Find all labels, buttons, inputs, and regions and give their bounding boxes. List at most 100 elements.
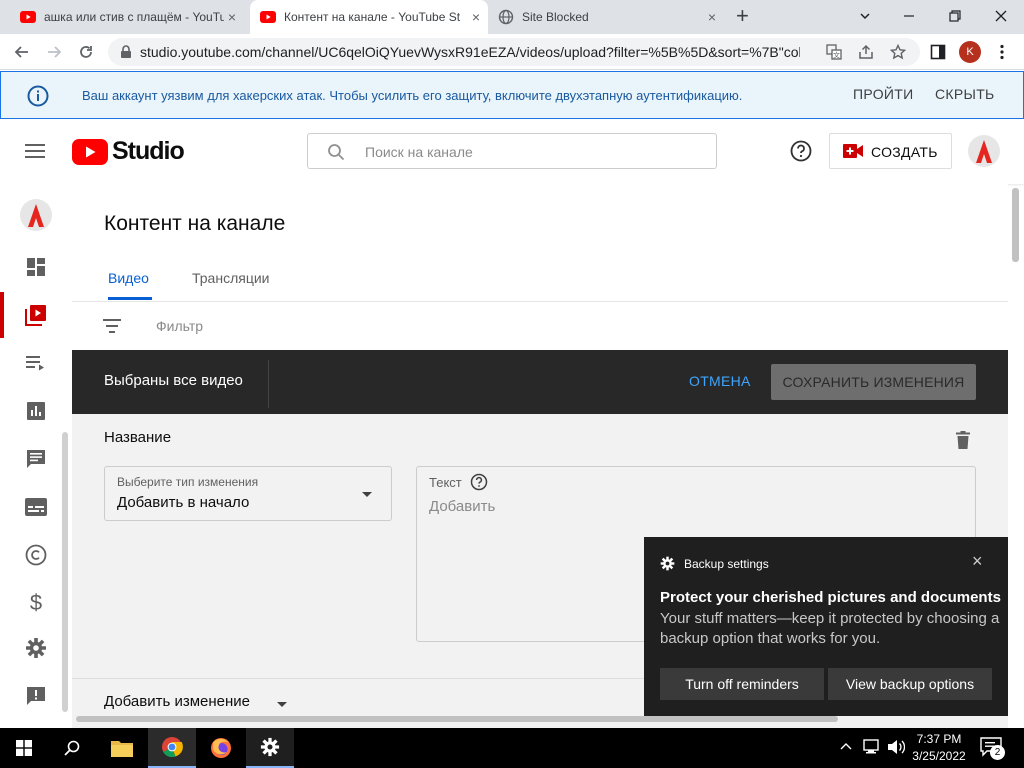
minimize-button[interactable]: [886, 0, 932, 32]
action-center-button[interactable]: 2: [980, 737, 1006, 760]
nav-playlists[interactable]: [24, 351, 48, 375]
dismiss-banner-button[interactable]: СКРЫТЬ: [935, 86, 995, 102]
browser-toolbar: studio.youtube.com/channel/UC6qelOiQYuev…: [0, 34, 1024, 70]
back-button[interactable]: [8, 38, 36, 66]
tab-search-chevron-icon[interactable]: [842, 0, 888, 32]
notification-close-icon[interactable]: ×: [972, 551, 983, 572]
volume-icon[interactable]: [887, 739, 905, 755]
nav-active-indicator: [0, 292, 4, 338]
filter-icon[interactable]: [103, 319, 121, 333]
forward-button[interactable]: [40, 38, 68, 66]
nav-copyright[interactable]: [24, 543, 48, 567]
notification-app-name: Backup settings: [684, 557, 769, 571]
browser-tab-1[interactable]: ашка или стив с плащём - YouTu ×: [12, 0, 244, 34]
arrow-right-icon: [48, 46, 62, 58]
star-icon[interactable]: [890, 44, 906, 60]
dollar-icon: $: [30, 592, 42, 614]
help-icon[interactable]: [790, 140, 812, 162]
change-type-select[interactable]: Выберите тип изменения Добавить в начало: [104, 466, 392, 521]
close-window-button[interactable]: [978, 0, 1024, 32]
help-icon[interactable]: [470, 473, 488, 491]
tab-close-icon[interactable]: ×: [704, 9, 720, 25]
reload-icon: [80, 46, 92, 58]
add-change-button[interactable]: Добавить изменение: [104, 693, 250, 710]
taskbar-search-button[interactable]: [48, 728, 96, 768]
profile-button[interactable]: K: [956, 38, 984, 66]
trash-icon[interactable]: [956, 431, 970, 449]
page-vertical-scrollbar[interactable]: [1012, 188, 1019, 262]
clock-time[interactable]: 7:37 PM: [912, 732, 966, 746]
subtitles-icon: [25, 498, 47, 516]
windows-taskbar: 7:37 PM 3/25/2022 2: [0, 728, 1024, 768]
translate-icon[interactable]: 文: [826, 44, 842, 60]
firefox-taskbar-button[interactable]: [197, 728, 245, 768]
horizontal-scrollbar[interactable]: [76, 716, 838, 722]
tab-divider: [72, 301, 1008, 302]
chrome-taskbar-button[interactable]: [148, 728, 196, 768]
browser-menu-button[interactable]: [988, 38, 1016, 66]
tab-close-icon[interactable]: ×: [468, 9, 484, 25]
youtube-favicon-icon: [20, 11, 36, 23]
tab-videos[interactable]: Видео: [108, 270, 149, 286]
hamburger-menu-icon[interactable]: [25, 144, 45, 158]
browser-tab-strip: ашка или стив с плащём - YouTu × Контент…: [0, 0, 1024, 34]
nav-monetization[interactable]: $: [24, 591, 48, 615]
nav-feedback[interactable]: [24, 684, 48, 708]
nav-settings[interactable]: [24, 636, 48, 660]
channel-avatar[interactable]: [20, 199, 52, 231]
start-button[interactable]: [0, 728, 48, 768]
youtube-favicon-icon: [260, 11, 276, 23]
playlist-icon: [26, 356, 44, 371]
nav-subtitles[interactable]: [24, 495, 48, 519]
info-icon: [27, 85, 49, 107]
rail-scrollbar[interactable]: [62, 432, 68, 712]
restore-button[interactable]: [932, 0, 978, 32]
left-navigation-rail: $: [0, 184, 72, 728]
address-bar[interactable]: studio.youtube.com/channel/UC6qelOiQYuev…: [108, 38, 920, 66]
file-explorer-button[interactable]: [98, 728, 146, 768]
turn-off-reminders-button[interactable]: Turn off reminders: [660, 668, 824, 700]
studio-header: Studio Поиск на канале СОЗДАТЬ: [0, 120, 1024, 184]
browser-tab-2-active[interactable]: Контент на канале - YouTube St ×: [250, 0, 488, 34]
view-backup-options-button[interactable]: View backup options: [828, 668, 992, 700]
tab-close-icon[interactable]: ×: [224, 9, 240, 25]
bulk-edit-bar: Выбраны все видео ОТМЕНА СОХРАНИТЬ ИЗМЕН…: [72, 350, 1008, 414]
filter-input[interactable]: Фильтр: [156, 318, 203, 334]
save-changes-label: СОХРАНИТЬ ИЗМЕНЕНИЯ: [782, 374, 965, 390]
settings-gear-icon: [260, 737, 280, 757]
share-icon[interactable]: [858, 44, 874, 60]
clock-date[interactable]: 3/25/2022: [904, 749, 974, 763]
browser-tab-3[interactable]: Site Blocked ×: [490, 0, 724, 34]
new-tab-button[interactable]: +: [736, 5, 749, 27]
dropdown-arrow-icon[interactable]: [276, 701, 288, 708]
settings-gear-icon: [26, 638, 46, 658]
windows-logo-icon: [16, 740, 32, 756]
side-panel-button[interactable]: [924, 38, 952, 66]
settings-taskbar-button[interactable]: [246, 728, 294, 768]
tab-live-streams[interactable]: Трансляции: [192, 270, 269, 286]
selection-status: Выбраны все видео: [104, 372, 243, 389]
notification-body: Your stuff matters—keep it protected by …: [660, 610, 1000, 647]
tab-title: Site Blocked: [522, 10, 589, 24]
bar-divider: [268, 360, 269, 408]
settings-gear-icon: [660, 556, 675, 571]
save-changes-button[interactable]: СОХРАНИТЬ ИЗМЕНЕНИЯ: [771, 364, 976, 400]
chevron-up-icon[interactable]: [840, 742, 852, 750]
network-icon[interactable]: [862, 739, 880, 755]
cancel-button[interactable]: ОТМЕНА: [689, 373, 751, 389]
channel-search-input[interactable]: Поиск на канале: [307, 133, 717, 169]
svg-text:文: 文: [833, 51, 840, 60]
enable-2fa-button[interactable]: ПРОЙТИ: [853, 86, 913, 102]
search-icon: [328, 144, 345, 161]
reload-button[interactable]: [72, 38, 100, 66]
youtube-logo-icon: [72, 138, 108, 165]
nav-dashboard[interactable]: [24, 255, 48, 279]
studio-logo[interactable]: Studio: [72, 137, 185, 166]
nav-analytics[interactable]: [24, 399, 48, 423]
nav-comments[interactable]: [24, 447, 48, 471]
create-button[interactable]: СОЗДАТЬ: [829, 133, 952, 169]
account-avatar[interactable]: [968, 135, 1000, 167]
arrow-left-icon: [14, 46, 28, 58]
nav-content[interactable]: [24, 303, 48, 327]
comments-icon: [27, 450, 45, 468]
